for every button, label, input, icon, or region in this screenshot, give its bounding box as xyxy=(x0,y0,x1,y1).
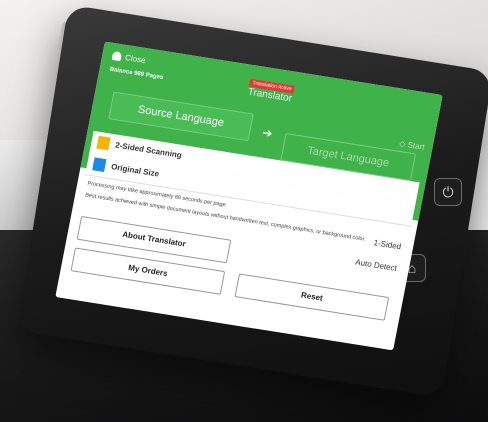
close-button[interactable]: Close xyxy=(111,51,146,65)
power-icon[interactable]: ⏻ xyxy=(434,178,462,206)
setting-label: 2-Sided Scanning xyxy=(114,140,183,160)
user-icon xyxy=(111,51,123,62)
setting-label: Original Size xyxy=(110,162,160,179)
source-language-button[interactable]: Source Language xyxy=(108,91,254,142)
balance-label: Balance 989 Pages xyxy=(109,66,164,82)
start-label: Start xyxy=(406,140,426,152)
setting-value: Auto Detect xyxy=(354,257,398,273)
arrow-right-icon: ➔ xyxy=(261,125,274,141)
original-size-icon xyxy=(92,157,107,173)
start-button[interactable]: ◇ Start xyxy=(399,139,426,152)
touch-screen: Close Balance 989 Pages Translation Acti… xyxy=(55,41,443,351)
two-sided-icon xyxy=(96,135,111,151)
close-label: Close xyxy=(124,53,147,66)
reset-button[interactable]: Reset xyxy=(234,273,390,321)
